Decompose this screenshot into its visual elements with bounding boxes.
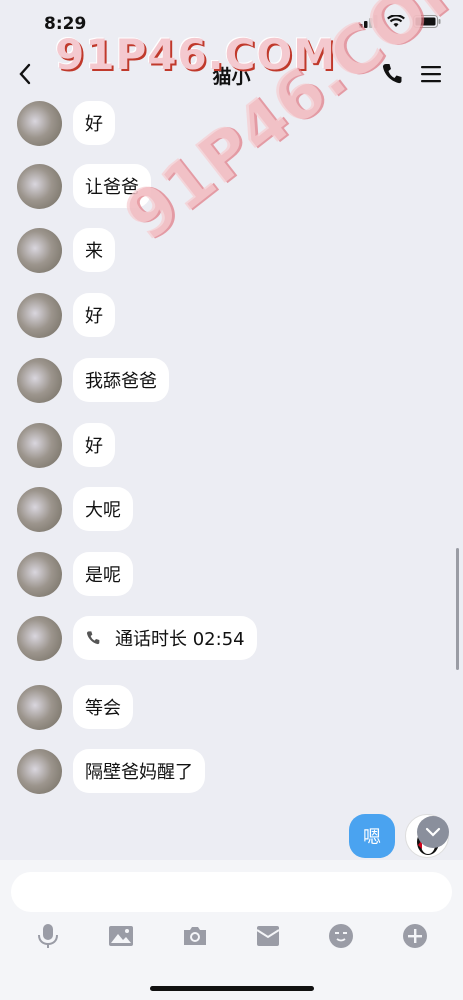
message-bubble[interactable]: 来 (73, 228, 115, 272)
phone-icon (85, 630, 101, 646)
contact-avatar[interactable] (17, 100, 62, 146)
message-row: 我舔爸爸 (17, 357, 169, 403)
message-bubble[interactable]: 大呢 (73, 487, 133, 531)
contact-avatar[interactable] (17, 422, 62, 468)
battery-icon (413, 15, 441, 28)
chat-header: 猫小 (0, 50, 463, 98)
call-record-bubble[interactable]: 通话时长 02:54 (73, 616, 257, 660)
message-row: 来 (17, 227, 115, 273)
plus-icon (403, 924, 427, 948)
contact-avatar[interactable] (17, 748, 62, 794)
call-duration-text: 通话时长 02:54 (115, 629, 245, 650)
hamburger-icon (421, 66, 441, 83)
input-toolbar (0, 922, 463, 954)
message-row: 隔壁爸妈醒了 (17, 748, 205, 794)
image-icon (109, 926, 133, 946)
microphone-icon (38, 924, 58, 948)
emoji-button[interactable] (327, 922, 355, 950)
message-bubble[interactable]: 等会 (73, 685, 133, 729)
camera-button[interactable] (181, 922, 209, 950)
message-row: 大呢 (17, 486, 133, 532)
voice-button[interactable] (34, 922, 62, 950)
contact-avatar[interactable] (17, 227, 62, 273)
status-icons (359, 15, 441, 28)
contact-avatar[interactable] (17, 357, 62, 403)
voice-call-button[interactable] (381, 62, 403, 86)
message-input[interactable] (11, 872, 452, 912)
menu-button[interactable] (419, 62, 443, 86)
scrollbar[interactable] (456, 548, 459, 670)
contact-avatar[interactable] (17, 292, 62, 338)
message-row: 好 (17, 292, 115, 338)
contact-avatar[interactable] (17, 551, 62, 597)
message-bubble[interactable]: 让爸爸 (73, 164, 151, 208)
contact-avatar[interactable] (17, 615, 62, 661)
message-bubble[interactable]: 好 (73, 423, 115, 467)
status-time: 8:29 (44, 14, 87, 34)
emoji-icon (329, 924, 353, 948)
contact-avatar[interactable] (17, 163, 62, 209)
home-indicator[interactable] (150, 986, 314, 991)
signal-icon (359, 15, 378, 28)
message-row: 等会 (17, 684, 133, 730)
image-button[interactable] (107, 922, 135, 950)
red-packet-icon (256, 926, 280, 946)
message-row: 好 (17, 422, 115, 468)
message-bubble[interactable]: 我舔爸爸 (73, 358, 169, 402)
more-button[interactable] (401, 922, 429, 950)
scroll-to-bottom-button[interactable] (417, 816, 449, 848)
message-row: 通话时长 02:54 (17, 615, 257, 661)
message-bubble[interactable]: 好 (73, 293, 115, 337)
red-packet-button[interactable] (254, 922, 282, 950)
chevron-down-icon (425, 827, 441, 837)
message-bubble[interactable]: 隔壁爸妈醒了 (73, 749, 205, 793)
input-area (0, 860, 463, 1000)
message-row: 让爸爸 (17, 163, 151, 209)
message-bubble[interactable]: 好 (73, 101, 115, 145)
wifi-icon (387, 15, 405, 27)
camera-icon (184, 927, 206, 945)
message-row: 是呢 (17, 551, 133, 597)
contact-avatar[interactable] (17, 486, 62, 532)
message-row: 好 (17, 100, 115, 146)
phone-icon (382, 64, 402, 84)
my-message-bubble[interactable]: 嗯 (349, 814, 395, 858)
contact-avatar[interactable] (17, 684, 62, 730)
status-bar: 8:29 (0, 0, 463, 50)
message-bubble[interactable]: 是呢 (73, 552, 133, 596)
